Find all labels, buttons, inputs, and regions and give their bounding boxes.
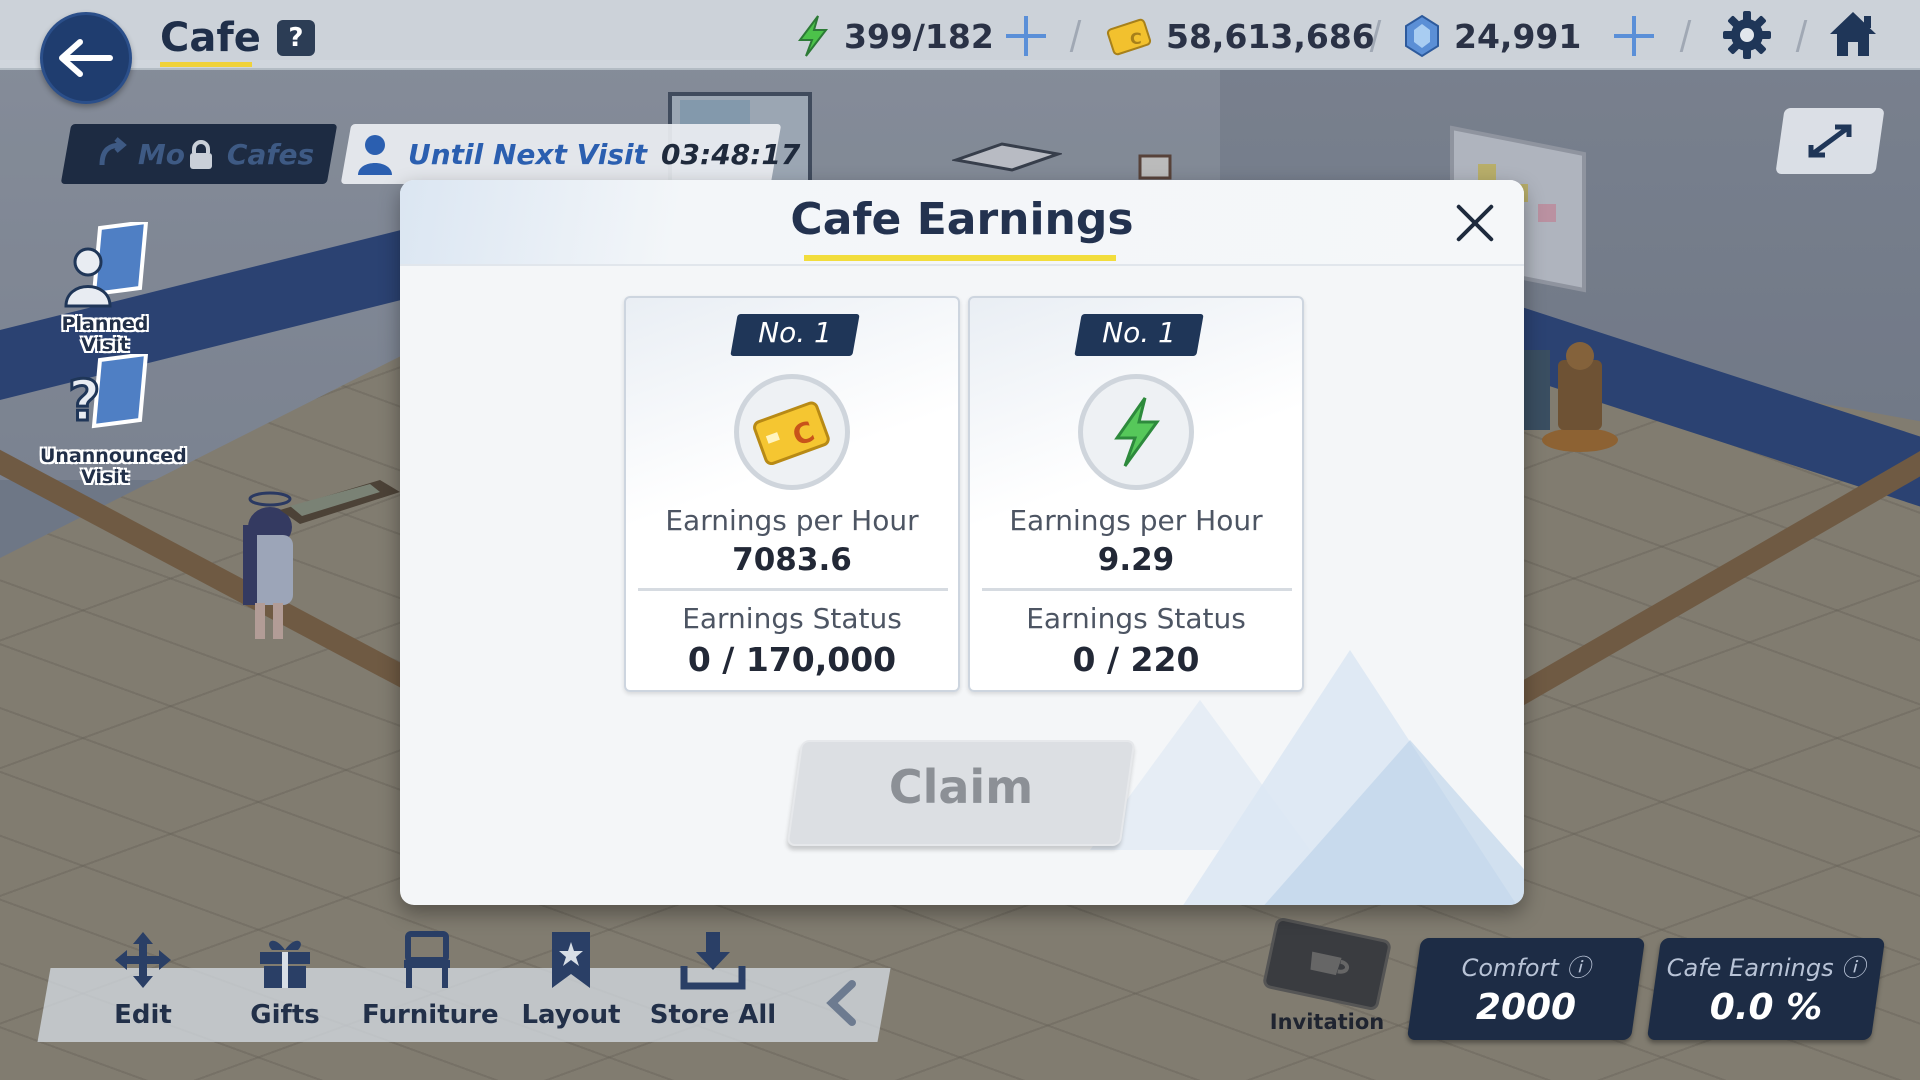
earnings-status-value: 0 / 220 — [1072, 640, 1200, 679]
furniture-button[interactable]: Furniture — [362, 930, 499, 1030]
arrow-left-icon — [59, 39, 113, 77]
planned-visit-icon — [64, 219, 149, 308]
gift-icon — [260, 940, 310, 988]
swap-arrow-icon — [99, 137, 127, 166]
earnings-status-label: Earnings Status — [1026, 602, 1246, 635]
dialog-title-underline — [804, 255, 1116, 261]
dialog-title: Cafe Earnings — [790, 194, 1134, 245]
edit-button[interactable]: Edit — [78, 930, 208, 1030]
person-icon — [358, 135, 392, 175]
unannounced-visit-icon: ? — [67, 351, 149, 436]
earnings-per-hour-value: 9.29 — [1097, 542, 1175, 578]
store-all-label: Store All — [649, 1000, 777, 1030]
expand-arrows-icon — [1808, 124, 1852, 158]
more-cafes-label: Mo — [138, 137, 186, 171]
credits-icon-ring: C — [734, 374, 850, 490]
stamina-value: 399/182 — [844, 16, 994, 56]
planned-visit-button[interactable]: Planned Visit — [40, 219, 170, 356]
credit-card-icon: C — [1106, 18, 1152, 56]
layout-button[interactable]: Layout — [506, 930, 636, 1030]
title-underline — [160, 62, 252, 67]
svg-text:?: ? — [68, 369, 100, 434]
rank-badge: No. 1 — [1102, 316, 1176, 349]
credits-earnings-card: No. 1 C Earnings per Hour 7083.6 Earning… — [624, 296, 960, 692]
credits-value: 58,613,686 — [1166, 16, 1375, 56]
earnings-per-hour-value: 7083.6 — [732, 542, 852, 578]
until-next-visit-label: Until Next Visit — [408, 137, 648, 171]
stamina-counter: 399/182 — [796, 12, 994, 60]
claim-label: Claim — [888, 760, 1034, 814]
credit-card-icon: C — [753, 401, 830, 465]
stamina-earnings-card: No. 1 Earnings per Hour 9.29 Earnings St… — [968, 296, 1304, 692]
invitation-label: Invitation — [1269, 1010, 1385, 1034]
home-icon[interactable] — [1826, 8, 1880, 60]
gear-icon[interactable] — [1722, 10, 1772, 60]
more-cafes-label-tail: Cafes — [227, 137, 315, 171]
back-button[interactable] — [40, 12, 132, 104]
help-button[interactable]: ? — [276, 20, 315, 56]
lock-icon — [190, 140, 212, 169]
furniture-label: Furniture — [362, 1000, 499, 1030]
credits-counter: C 58,613,686 — [1106, 12, 1375, 60]
page-title: Cafe — [160, 15, 261, 61]
unannounced-visit-label: Unannounced Visit — [40, 445, 187, 488]
info-icon[interactable]: ⓘ — [1566, 954, 1590, 982]
stamina-icon-ring — [1078, 374, 1194, 490]
download-icon — [680, 932, 746, 990]
cafe-earnings-value: 0.0 % — [1709, 987, 1823, 1028]
invitation-ticket-button[interactable]: Invitation — [1261, 916, 1393, 1034]
comfort-label: Comfort — [1461, 954, 1559, 982]
earnings-per-hour-label: Earnings per Hour — [1009, 504, 1263, 537]
planned-visit-label: Planned Visit — [61, 313, 149, 356]
edit-label: Edit — [114, 1000, 172, 1030]
pyroxene-counter: 24,991 — [1404, 12, 1581, 60]
comfort-value: 2000 — [1475, 987, 1577, 1028]
move-arrows-icon — [115, 932, 171, 988]
lightning-bolt-icon — [1114, 397, 1160, 467]
chevron-left-icon[interactable] — [820, 978, 866, 1028]
cafe-earnings-dialog: Cafe Earnings No. 1 C Earnings per Hour … — [400, 180, 1524, 905]
gifts-label: Gifts — [250, 1000, 320, 1030]
card-divider — [982, 588, 1292, 591]
fullscreen-button[interactable] — [1775, 108, 1885, 174]
close-button[interactable] — [1450, 198, 1500, 248]
cafe-earnings-label: Cafe Earnings — [1666, 954, 1834, 982]
store-all-button[interactable]: Store All — [648, 930, 778, 1030]
card-divider — [638, 588, 948, 591]
bookmark-icon — [552, 932, 590, 988]
until-next-visit-timer: 03:48:17 — [661, 137, 801, 171]
lightning-bolt-icon — [798, 15, 829, 57]
earnings-status-value: 0 / 170,000 — [687, 640, 897, 679]
pyroxene-gem-icon — [1405, 14, 1439, 58]
unannounced-visit-button[interactable]: ? Unannounced Visit — [40, 351, 187, 488]
rank-badge: No. 1 — [758, 316, 832, 349]
add-stamina-button[interactable] — [1006, 16, 1046, 56]
pyroxene-value: 24,991 — [1454, 16, 1582, 56]
chair-icon — [404, 931, 450, 988]
earnings-status-label: Earnings Status — [682, 602, 902, 635]
svg-text:C: C — [1130, 29, 1142, 48]
info-icon[interactable]: ⓘ — [1841, 954, 1865, 982]
add-pyroxene-button[interactable] — [1614, 16, 1654, 56]
gifts-button[interactable]: Gifts — [220, 930, 350, 1030]
earnings-per-hour-label: Earnings per Hour — [665, 504, 919, 537]
ticket-icon — [1261, 916, 1393, 1012]
layout-label: Layout — [521, 1000, 621, 1030]
